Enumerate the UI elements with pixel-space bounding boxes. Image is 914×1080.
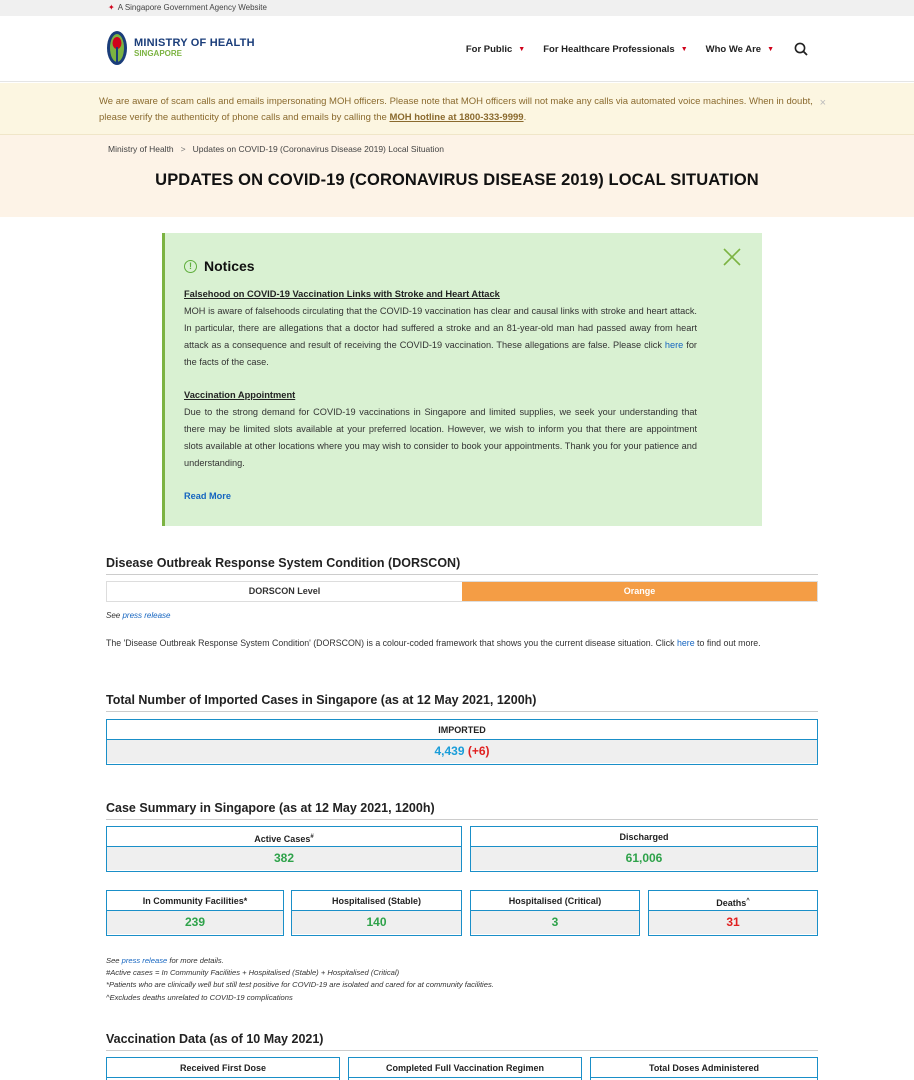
- scam-alert-banner: We are aware of scam calls and emails im…: [0, 83, 914, 135]
- footnote-community: *Patients who are clinically well but st…: [106, 980, 494, 990]
- notices-heading: ! Notices: [184, 258, 697, 275]
- community-facilities-value: 239: [107, 911, 283, 934]
- hospitalised-stable-label: Hospitalised (Stable): [292, 891, 461, 911]
- full-regimen-box: Completed Full Vaccination Regimen: [348, 1057, 582, 1080]
- see-text: See: [106, 956, 122, 965]
- dorscon-label: DORSCON Level: [107, 582, 462, 601]
- notice-item-body: MOH is aware of falsehoods circulating t…: [184, 306, 697, 350]
- breadcrumb-home[interactable]: Ministry of Health: [108, 144, 174, 154]
- imported-heading: Total Number of Imported Cases in Singap…: [106, 693, 818, 712]
- imported-label: IMPORTED: [107, 720, 817, 740]
- notice-here-link[interactable]: here: [665, 340, 683, 350]
- footnote-deaths: ^Excludes deaths unrelated to COVID-19 c…: [106, 992, 293, 1002]
- caret-down-icon: ▼: [680, 45, 688, 53]
- press-release-link[interactable]: press release: [122, 956, 168, 965]
- hospitalised-stable-value: 140: [292, 911, 461, 934]
- first-dose-label: Received First Dose: [107, 1058, 339, 1078]
- deaths-label: Deaths^: [649, 891, 817, 911]
- close-icon[interactable]: ×: [820, 95, 826, 111]
- gov-masthead: ✦ A Singapore Government Agency Website: [0, 0, 914, 16]
- active-cases-value: 382: [107, 847, 461, 870]
- nav-for-healthcare-professionals[interactable]: For Healthcare Professionals ▼: [543, 44, 687, 55]
- footnote-see: See press release for more details.: [106, 955, 494, 967]
- total-doses-label: Total Doses Administered: [591, 1058, 817, 1078]
- deaths-value: 31: [649, 911, 817, 934]
- notice-item-title: Vaccination Appointment: [184, 390, 296, 400]
- deaths-box: Deaths^ 31: [648, 890, 818, 936]
- dorscon-table: DORSCON Level Orange: [106, 581, 818, 602]
- community-facilities-label: In Community Facilities*: [107, 891, 283, 911]
- discharged-label: Discharged: [471, 827, 817, 847]
- active-cases-label: Active Cases#: [107, 827, 461, 847]
- moh-logo-icon: [106, 30, 128, 66]
- hospitalised-critical-box: Hospitalised (Critical) 3: [470, 890, 640, 936]
- nav-label: Who We Are: [705, 43, 762, 55]
- page-title-bar: Ministry of Health > Updates on COVID-19 (…: [0, 135, 914, 217]
- lion-head-icon: ✦: [108, 3, 115, 12]
- hospitalised-critical-value: 3: [471, 911, 639, 934]
- info-icon: !: [184, 260, 197, 273]
- nav-for-public[interactable]: For Public ▼: [466, 44, 525, 55]
- community-sup: *: [243, 896, 248, 906]
- logo-line2: SINGAPORE: [134, 49, 183, 58]
- search-icon[interactable]: [794, 42, 808, 56]
- active-cases-sup: #: [310, 834, 314, 840]
- logo-line1: MINISTRY OF HEALTH: [134, 37, 255, 49]
- active-cases-label-text: Active Cases: [254, 834, 311, 844]
- imported-value-row: 4,439 (+6): [107, 740, 817, 763]
- nav-label: For Healthcare Professionals: [543, 43, 675, 55]
- total-doses-box: Total Doses Administered: [590, 1057, 818, 1080]
- page-title: UPDATES ON COVID-19 (CORONAVIRUS DISEASE…: [155, 171, 759, 189]
- alert-end: .: [523, 112, 527, 123]
- nav-label: For Public: [465, 43, 513, 55]
- site-header: MINISTRY OF HEALTH SINGAPORE For Public ▼…: [0, 16, 914, 82]
- nav-who-we-are[interactable]: Who We Are ▼: [706, 44, 774, 55]
- vaccination-heading: Vaccination Data (as of 10 May 2021): [106, 1032, 818, 1051]
- caret-down-icon: ▼: [767, 45, 774, 53]
- hospitalised-stable-box: Hospitalised (Stable) 140: [291, 890, 462, 936]
- breadcrumb-separator: >: [180, 144, 186, 154]
- active-cases-box: Active Cases# 382: [106, 826, 462, 872]
- close-icon[interactable]: [722, 247, 742, 267]
- imported-delta: (+6): [467, 744, 490, 758]
- notice-item-text: Due to the strong demand for COVID-19 va…: [184, 407, 697, 468]
- see-text: See: [106, 611, 123, 620]
- footnote-active-cases: #Active cases = In Community Facilities …: [106, 968, 400, 978]
- dorscon-desc-text: The 'Disease Outbreak Response System Co…: [106, 638, 677, 648]
- community-label-text: In Community Facilities: [142, 896, 244, 906]
- full-regimen-label: Completed Full Vaccination Regimen: [349, 1058, 581, 1078]
- breadcrumb-current: Updates on COVID-19 (Coronavirus Disease…: [192, 144, 444, 154]
- case-summary-footnotes: See press release for more details. #Act…: [106, 955, 494, 1004]
- dorscon-see-note: See press release: [106, 611, 171, 620]
- discharged-value: 61,006: [471, 847, 817, 870]
- notice-item-title: Falsehood on COVID-19 Vaccination Links …: [184, 289, 500, 299]
- imported-box: IMPORTED 4,439 (+6): [106, 719, 818, 765]
- notices-title: Notices: [204, 258, 255, 274]
- imported-value: 4,439: [434, 744, 465, 758]
- case-summary-heading: Case Summary in Singapore (as at 12 May …: [106, 801, 818, 820]
- dorscon-desc-end: to find out more.: [694, 638, 761, 648]
- deaths-sup: ^: [746, 898, 750, 904]
- notice-item-text: MOH is aware of falsehoods circulating t…: [184, 303, 697, 371]
- notices-panel: ! Notices Falsehood on COVID-19 Vaccinati…: [162, 233, 762, 526]
- breadcrumb: Ministry of Health > Updates on COVID-19 (…: [108, 144, 444, 154]
- discharged-box: Discharged 61,006: [470, 826, 818, 872]
- dorscon-here-link[interactable]: here: [677, 638, 695, 648]
- gov-masthead-text: A Singapore Government Agency Website: [117, 3, 267, 12]
- deaths-label-text: Deaths: [716, 898, 747, 908]
- moh-logo[interactable]: MINISTRY OF HEALTH SINGAPORE: [106, 30, 255, 66]
- community-facilities-box: In Community Facilities* 239: [106, 890, 284, 936]
- see-end: for more details.: [167, 956, 224, 965]
- main-nav: For Public ▼ For Healthcare Professionals…: [448, 42, 808, 56]
- caret-down-icon: ▼: [518, 45, 526, 53]
- read-more-link[interactable]: Read More: [184, 488, 697, 505]
- dorscon-heading: Disease Outbreak Response System Conditi…: [106, 556, 818, 575]
- press-release-link[interactable]: press release: [122, 611, 170, 620]
- hospitalised-critical-label: Hospitalised (Critical): [471, 891, 639, 911]
- dorscon-description: The 'Disease Outbreak Response System Co…: [106, 636, 818, 650]
- hotline-link[interactable]: MOH hotline at 1800-333-9999: [389, 112, 523, 123]
- first-dose-box: Received First Dose: [106, 1057, 340, 1080]
- dorscon-value: Orange: [462, 582, 817, 601]
